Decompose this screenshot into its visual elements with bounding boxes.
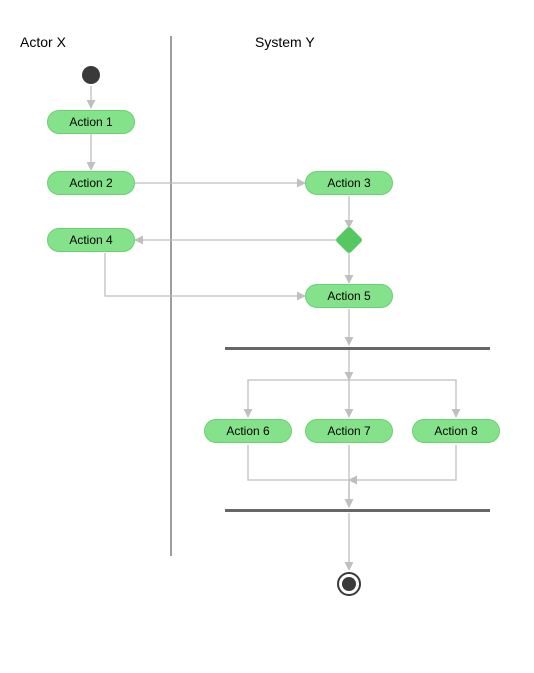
action-6: Action 6 [204,419,292,443]
action-4: Action 4 [47,228,135,252]
swimlane-left-title: Actor X [20,34,66,50]
action-3: Action 3 [305,171,393,195]
swimlane-divider [170,36,172,556]
edges-layer [0,0,534,673]
action-5: Action 5 [305,284,393,308]
initial-node [82,66,100,84]
final-node-inner [342,577,356,591]
decision-node [335,226,363,254]
action-2: Action 2 [47,171,135,195]
final-node [337,572,361,596]
fork-bar [225,347,490,350]
swimlane-right-title: System Y [255,34,315,50]
action-7: Action 7 [305,419,393,443]
action-1: Action 1 [47,110,135,134]
join-bar [225,509,490,512]
action-8: Action 8 [412,419,500,443]
